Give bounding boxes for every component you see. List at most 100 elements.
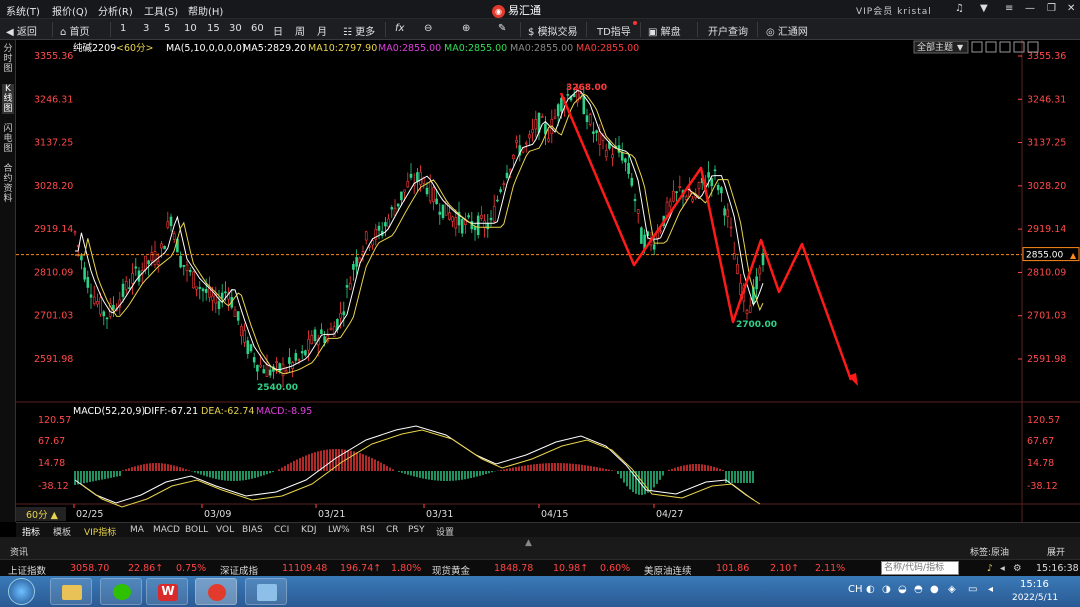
ticker-search-input[interactable]: [881, 561, 959, 575]
sidebar-tab-timeshare[interactable]: 分时图: [2, 44, 14, 74]
tab-vol[interactable]: VOL: [216, 525, 234, 535]
period-month[interactable]: 月: [317, 23, 327, 38]
ticker-name[interactable]: 美原油连续: [644, 563, 692, 577]
candle-body: [604, 150, 608, 158]
candle-body: [502, 183, 506, 185]
tab-macd[interactable]: MACD: [153, 525, 180, 535]
period-3[interactable]: 3: [143, 23, 149, 34]
candle-body: [284, 370, 288, 373]
tray-icon-2[interactable]: ◑: [882, 584, 891, 595]
tray-icon-4[interactable]: ◓: [914, 584, 923, 595]
close-icon[interactable]: ✕: [1067, 3, 1075, 14]
paint-taskbar-icon[interactable]: [245, 578, 287, 605]
back-button[interactable]: ◀ 返回: [6, 23, 37, 38]
notification-dot: [633, 21, 637, 25]
speaker-icon[interactable]: ◂: [1000, 563, 1005, 574]
period-week[interactable]: 周: [295, 23, 305, 38]
period-day[interactable]: 日: [273, 23, 283, 38]
period-10[interactable]: 10: [184, 23, 197, 34]
candle-body: [486, 223, 490, 230]
tab-boll[interactable]: BOLL: [185, 525, 208, 535]
tray-icon-1[interactable]: ◐: [866, 584, 875, 595]
period-5[interactable]: 5: [164, 23, 170, 34]
sidebar-tab-flash[interactable]: 闪电图: [2, 124, 14, 154]
site-button[interactable]: ◎ 汇通网: [766, 23, 808, 38]
candle-body: [243, 330, 246, 343]
candle-body: [192, 271, 195, 289]
shirt-icon[interactable]: ▼: [980, 3, 988, 14]
zoom-out-icon[interactable]: ⊖: [424, 23, 432, 34]
explorer-taskbar-icon[interactable]: [50, 578, 92, 605]
tab-rsi[interactable]: RSI: [360, 525, 375, 535]
candle-body: [310, 335, 314, 344]
wechat-taskbar-icon[interactable]: [100, 578, 142, 605]
sidebar-tab-kline[interactable]: K线图: [2, 84, 14, 114]
language-indicator[interactable]: CH: [848, 584, 863, 595]
period-1[interactable]: 1: [120, 23, 126, 34]
tab-lw[interactable]: LW%: [328, 525, 350, 535]
tab-psy[interactable]: PSY: [408, 525, 425, 535]
chart-background: [16, 40, 1080, 522]
tray-icon-6[interactable]: ◈: [948, 584, 956, 595]
ticker-name[interactable]: 现货黄金: [432, 563, 470, 577]
app-logo-icon: ◉: [492, 4, 505, 18]
candle-body: [83, 267, 86, 280]
draw-pen-icon[interactable]: ✎: [498, 23, 506, 34]
menu-quote[interactable]: 报价(Q): [52, 3, 88, 18]
restore-icon[interactable]: ❐: [1047, 3, 1056, 14]
menu-analysis[interactable]: 分析(R): [98, 3, 133, 18]
candle-body: [147, 260, 150, 264]
home-button[interactable]: ⌂ 首页: [60, 23, 90, 38]
candle-body: [710, 178, 714, 187]
home-icon: ⌂: [60, 27, 67, 38]
candle-body: [672, 190, 675, 202]
candle-body: [467, 215, 470, 218]
tab-ma[interactable]: MA: [130, 525, 144, 535]
tray-icon-3[interactable]: ◒: [898, 584, 907, 595]
tab-cci[interactable]: CCI: [274, 525, 289, 535]
headset-icon[interactable]: ♫: [955, 3, 964, 14]
yihuitong-taskbar-icon[interactable]: [195, 578, 237, 605]
more-button[interactable]: ☷ 更多: [343, 23, 375, 38]
ma0-value-1: MA0:2855.00: [378, 43, 441, 54]
commentary-button[interactable]: ▣ 解盘: [648, 23, 681, 38]
td-guide-button[interactable]: TD指导: [597, 23, 631, 38]
commentary-label: 解盘: [660, 27, 681, 38]
menu-icon[interactable]: ≡: [1005, 3, 1013, 14]
candle-body: [716, 184, 720, 191]
tray-icon-5[interactable]: ●: [930, 584, 939, 595]
bell-icon[interactable]: ♪: [987, 563, 993, 574]
expand-button[interactable]: 展开: [1047, 545, 1065, 558]
sim-trade-button[interactable]: $ 模拟交易: [528, 23, 578, 38]
wps-taskbar-icon[interactable]: W: [146, 578, 188, 605]
zoom-in-icon[interactable]: ⊕: [462, 23, 470, 34]
ticker-name[interactable]: 深证成指: [220, 563, 258, 577]
volume-icon[interactable]: ◂: [988, 584, 993, 595]
candle-body: [499, 189, 502, 192]
minimize-icon[interactable]: —: [1025, 3, 1035, 14]
tab-bias[interactable]: BIAS: [242, 525, 263, 535]
start-button[interactable]: [8, 578, 35, 605]
menu-help[interactable]: 帮助(H): [188, 3, 223, 18]
menu-system[interactable]: 系统(T): [6, 3, 40, 18]
tab-cr[interactable]: CR: [386, 525, 399, 535]
sidebar-tab-contract[interactable]: 合约资料: [2, 164, 14, 204]
date-tick: 02/25: [76, 509, 103, 520]
open-account-button[interactable]: 开户查询: [708, 23, 748, 38]
tab-kdj[interactable]: KDJ: [301, 525, 317, 535]
collapse-arrow-icon[interactable]: ▲: [525, 538, 532, 548]
news-label[interactable]: 资讯: [10, 545, 28, 558]
menu-tools[interactable]: 工具(S): [144, 3, 178, 18]
kline-chart[interactable]: 3355.36 3246.31 3137.25 3028.20 2919.14 2810.…: [16, 40, 1080, 522]
ticker-name[interactable]: 上证指数: [8, 563, 46, 577]
period-15[interactable]: 15: [207, 23, 220, 34]
period-30[interactable]: 30: [229, 23, 242, 34]
formula-button[interactable]: fx: [395, 23, 404, 34]
candle-body: [556, 104, 560, 117]
settings-icon[interactable]: ⚙: [1013, 563, 1022, 574]
price-tick-right: 2919.14: [1027, 224, 1066, 235]
app-title-text: 易汇通: [508, 4, 541, 17]
period-60[interactable]: 60: [251, 23, 264, 34]
tray-icon-7[interactable]: ▭: [968, 584, 977, 595]
current-price-label: 2855.00: [1026, 251, 1063, 261]
